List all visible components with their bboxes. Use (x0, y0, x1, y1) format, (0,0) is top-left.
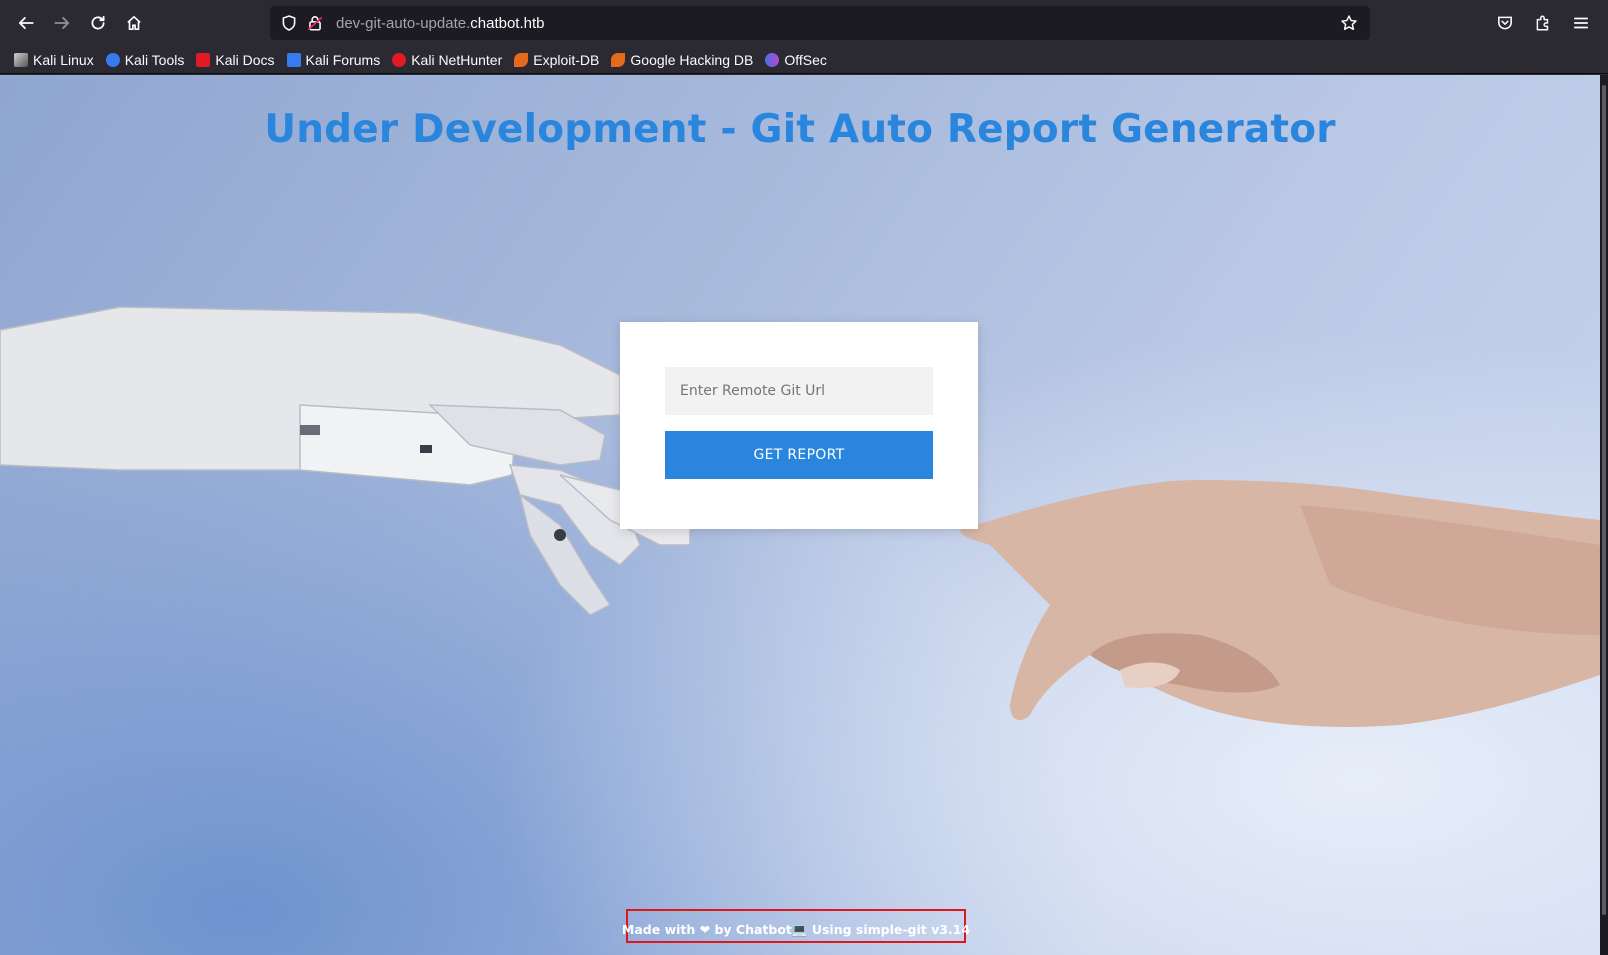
reload-button[interactable] (81, 6, 115, 40)
page-title: Under Development - Git Auto Report Gene… (264, 107, 1336, 152)
offsec-icon (765, 52, 780, 67)
kali-nethunter-icon (392, 52, 407, 67)
shield-icon[interactable] (280, 14, 298, 32)
footer-highlight-box: Made with ❤ by Chatbot💻 Using simple-git… (622, 909, 970, 943)
menu-button[interactable] (1564, 6, 1598, 40)
home-icon (127, 15, 141, 31)
footer-credits: Made with ❤ by Chatbot💻 Using simple-git… (621, 922, 971, 937)
url-text[interactable]: dev-git-auto-update.chatbot.htb (336, 15, 545, 32)
extensions-button[interactable] (1526, 6, 1560, 40)
bookmark-label: Exploit-DB (533, 51, 600, 68)
kali-tools-icon (105, 52, 120, 67)
puzzle-icon (1536, 15, 1549, 31)
bookmark-google-hacking-db[interactable]: Google Hacking DB (611, 52, 753, 68)
bookmark-kali-nethunter[interactable]: Kali NetHunter (392, 52, 502, 68)
kali-dragon-icon (14, 52, 28, 67)
bookmark-label: OffSec (784, 51, 827, 68)
bookmark-label: Kali Forums (305, 51, 381, 68)
hamburger-menu-icon (1573, 17, 1589, 29)
ghdb-icon (611, 52, 626, 67)
report-form-card: GET REPORT (620, 322, 978, 529)
get-report-button[interactable]: GET REPORT (665, 431, 933, 479)
page-scrollbar[interactable] (1600, 75, 1608, 955)
bookmark-exploit-db[interactable]: Exploit-DB (514, 52, 599, 68)
bookmark-label: Google Hacking DB (630, 51, 754, 68)
toolbar-right-icons (1486, 6, 1598, 40)
exploit-db-icon (514, 52, 529, 67)
url-host: chatbot.htb (470, 14, 545, 32)
page-viewport: Under Development - Git Auto Report Gene… (0, 75, 1600, 955)
back-button[interactable] (9, 6, 43, 40)
remote-git-url-input[interactable] (665, 367, 933, 415)
bookmark-label: Kali NetHunter (411, 51, 503, 68)
url-prefix: dev-git-auto-update. (336, 14, 471, 32)
reload-icon (91, 15, 105, 30)
bookmark-kali-docs[interactable]: Kali Docs (196, 51, 275, 68)
scrollbar-thumb[interactable] (1602, 85, 1606, 915)
bookmark-star-icon[interactable] (1340, 14, 1358, 32)
insecure-lock-icon[interactable] (306, 14, 324, 32)
bookmark-label: Kali Tools (124, 51, 185, 68)
url-bar[interactable]: dev-git-auto-update.chatbot.htb (270, 6, 1370, 40)
bookmarks-toolbar: Kali Linux Kali Tools Kali Docs Kali For… (0, 46, 1608, 74)
browser-toolbar: dev-git-auto-update.chatbot.htb (0, 0, 1608, 46)
kali-forums-icon (286, 52, 301, 67)
home-button[interactable] (117, 6, 151, 40)
bookmark-label: Kali Linux (33, 51, 94, 68)
forward-button[interactable] (45, 6, 79, 40)
bookmark-kali-linux[interactable]: Kali Linux (14, 52, 94, 68)
bookmark-kali-tools[interactable]: Kali Tools (105, 51, 185, 68)
human-hand-illustration (960, 480, 1600, 727)
robot-hand-illustration (0, 306, 691, 616)
bookmark-kali-forums[interactable]: Kali Forums (286, 51, 381, 68)
arrow-right-icon (54, 17, 70, 29)
pocket-button[interactable] (1488, 6, 1522, 40)
bookmark-label: Kali Docs (215, 51, 275, 68)
pocket-icon (1498, 16, 1512, 30)
kali-docs-icon (196, 52, 211, 67)
bookmark-offsec[interactable]: OffSec (765, 52, 827, 68)
arrow-left-icon (18, 17, 34, 29)
